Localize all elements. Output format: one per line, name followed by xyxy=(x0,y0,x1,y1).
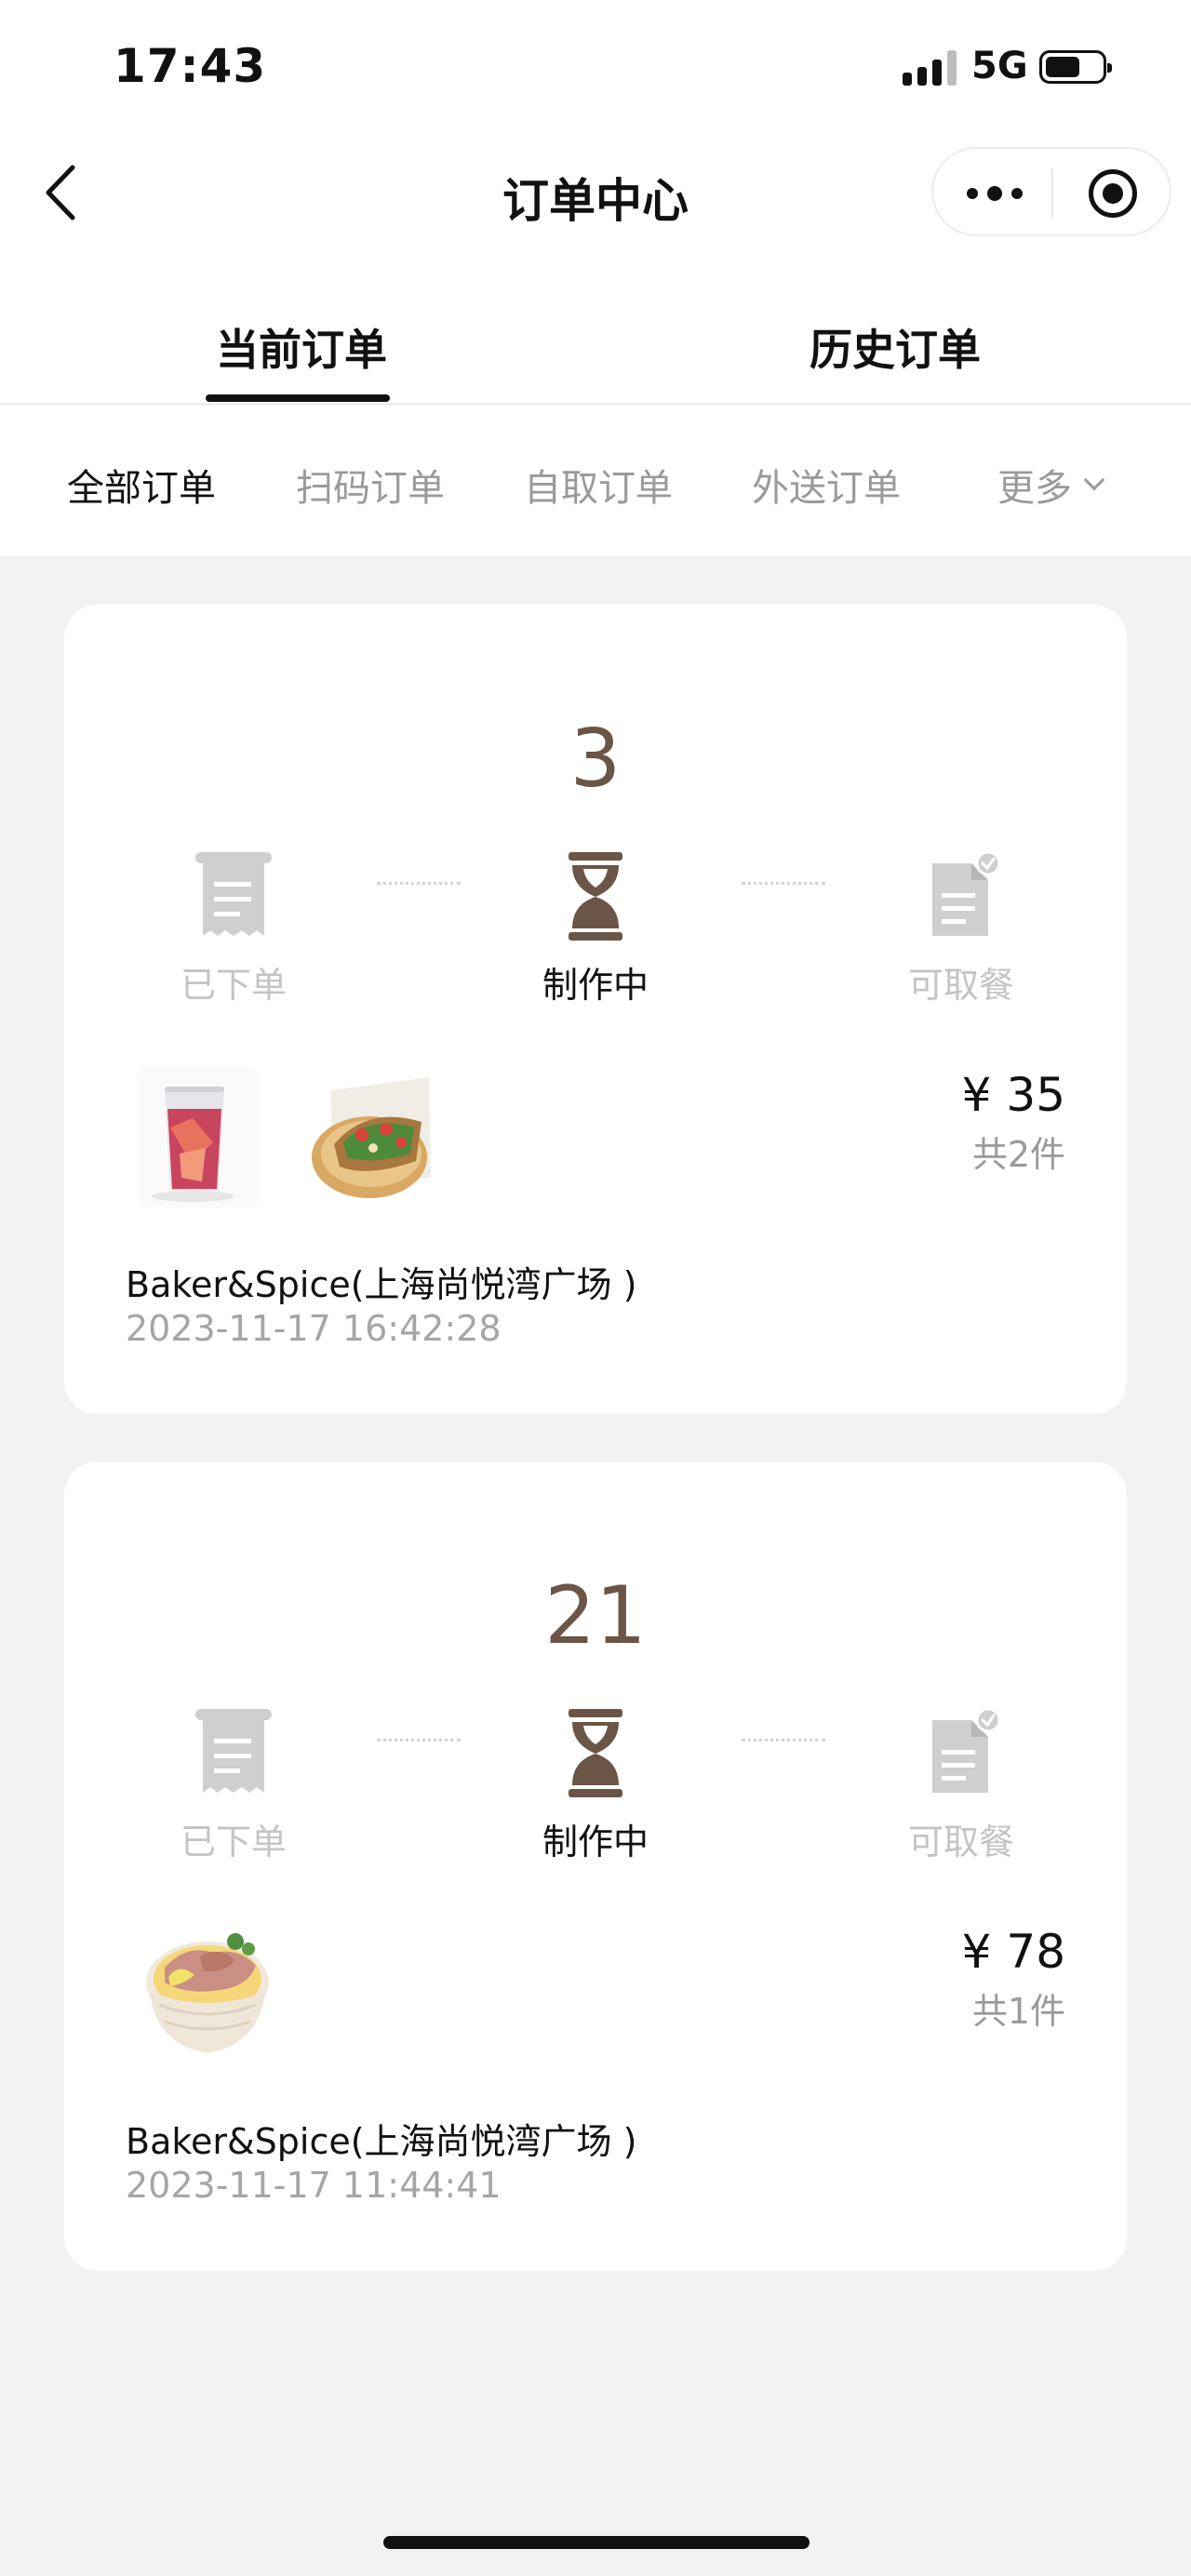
filter-pickup-orders[interactable]: 自取订单 xyxy=(524,458,673,512)
order-card[interactable]: 3 已下单 制作中 可取餐 ¥ 35 共2件 Baker&Spice(上海尚悦湾… xyxy=(64,605,1127,1414)
item-count: 共1件 xyxy=(971,1991,1065,2032)
signal-icon xyxy=(903,50,957,86)
order-price: ¥ 35 xyxy=(961,1068,1065,1122)
step-connector xyxy=(377,882,461,885)
chevron-down-icon xyxy=(1083,469,1105,491)
noodle-bowl-image xyxy=(146,1925,269,2064)
step-connector xyxy=(742,882,825,885)
mini-program-capsule xyxy=(931,147,1171,236)
order-number: 21 xyxy=(544,1569,647,1662)
step-ordered: 已下单 xyxy=(159,1707,308,1864)
store-name: Baker&Spice(上海尚悦湾广场 ) xyxy=(126,2121,637,2162)
drink-image xyxy=(137,1068,260,1208)
step-ready: 可取餐 xyxy=(887,1707,1036,1864)
step-preparing: 制作中 xyxy=(521,1707,670,1864)
step-label: 可取餐 xyxy=(907,1822,1014,1862)
hourglass-icon xyxy=(555,1707,636,1800)
document-check-icon xyxy=(921,1707,1001,1800)
network-label: 5G xyxy=(971,45,1028,87)
close-miniprogram-icon[interactable] xyxy=(1089,169,1137,218)
filter-delivery-orders[interactable]: 外送订单 xyxy=(752,458,901,512)
step-connector xyxy=(742,1739,825,1742)
battery-icon xyxy=(1039,50,1112,84)
step-connector xyxy=(377,1739,461,1742)
toast-image xyxy=(312,1068,435,1208)
step-preparing: 制作中 xyxy=(521,850,670,1008)
step-ready: 可取餐 xyxy=(887,850,1036,1008)
filter-all-orders[interactable]: 全部订单 xyxy=(67,458,216,512)
step-label: 已下单 xyxy=(180,1822,287,1862)
tab-current-orders[interactable]: 当前订单 xyxy=(216,316,387,378)
filter-scan-orders[interactable]: 扫码订单 xyxy=(296,458,445,512)
order-time: 2023-11-17 11:44:41 xyxy=(126,2165,502,2206)
document-check-icon xyxy=(921,850,1001,943)
order-price: ¥ 78 xyxy=(961,1925,1065,1979)
receipt-icon xyxy=(194,1707,274,1800)
receipt-icon xyxy=(194,850,274,943)
store-name: Baker&Spice(上海尚悦湾广场 ) xyxy=(126,1264,637,1305)
tab-divider xyxy=(0,403,1191,406)
order-card[interactable]: 21 已下单 制作中 可取餐 ¥ 78 共1件 Baker&Spice(上海尚悦… xyxy=(64,1462,1127,2271)
item-count: 共2件 xyxy=(971,1134,1065,1175)
more-options-icon[interactable] xyxy=(967,182,1023,205)
filter-more-label: 更多 xyxy=(997,467,1072,510)
step-label: 制作中 xyxy=(542,1822,649,1862)
order-time: 2023-11-17 16:42:28 xyxy=(126,1308,502,1349)
step-label: 可取餐 xyxy=(907,965,1014,1006)
hourglass-icon xyxy=(555,850,636,943)
step-ordered: 已下单 xyxy=(159,850,308,1008)
capsule-divider xyxy=(1051,169,1053,218)
status-time: 17:43 xyxy=(114,39,267,93)
tab-history-orders[interactable]: 历史订单 xyxy=(810,316,981,378)
step-label: 已下单 xyxy=(180,965,287,1006)
step-label: 制作中 xyxy=(542,965,649,1006)
order-number: 3 xyxy=(569,713,622,806)
filter-more[interactable]: 更多 xyxy=(997,458,1105,512)
home-indicator xyxy=(383,2536,810,2549)
active-tab-indicator xyxy=(206,394,390,402)
